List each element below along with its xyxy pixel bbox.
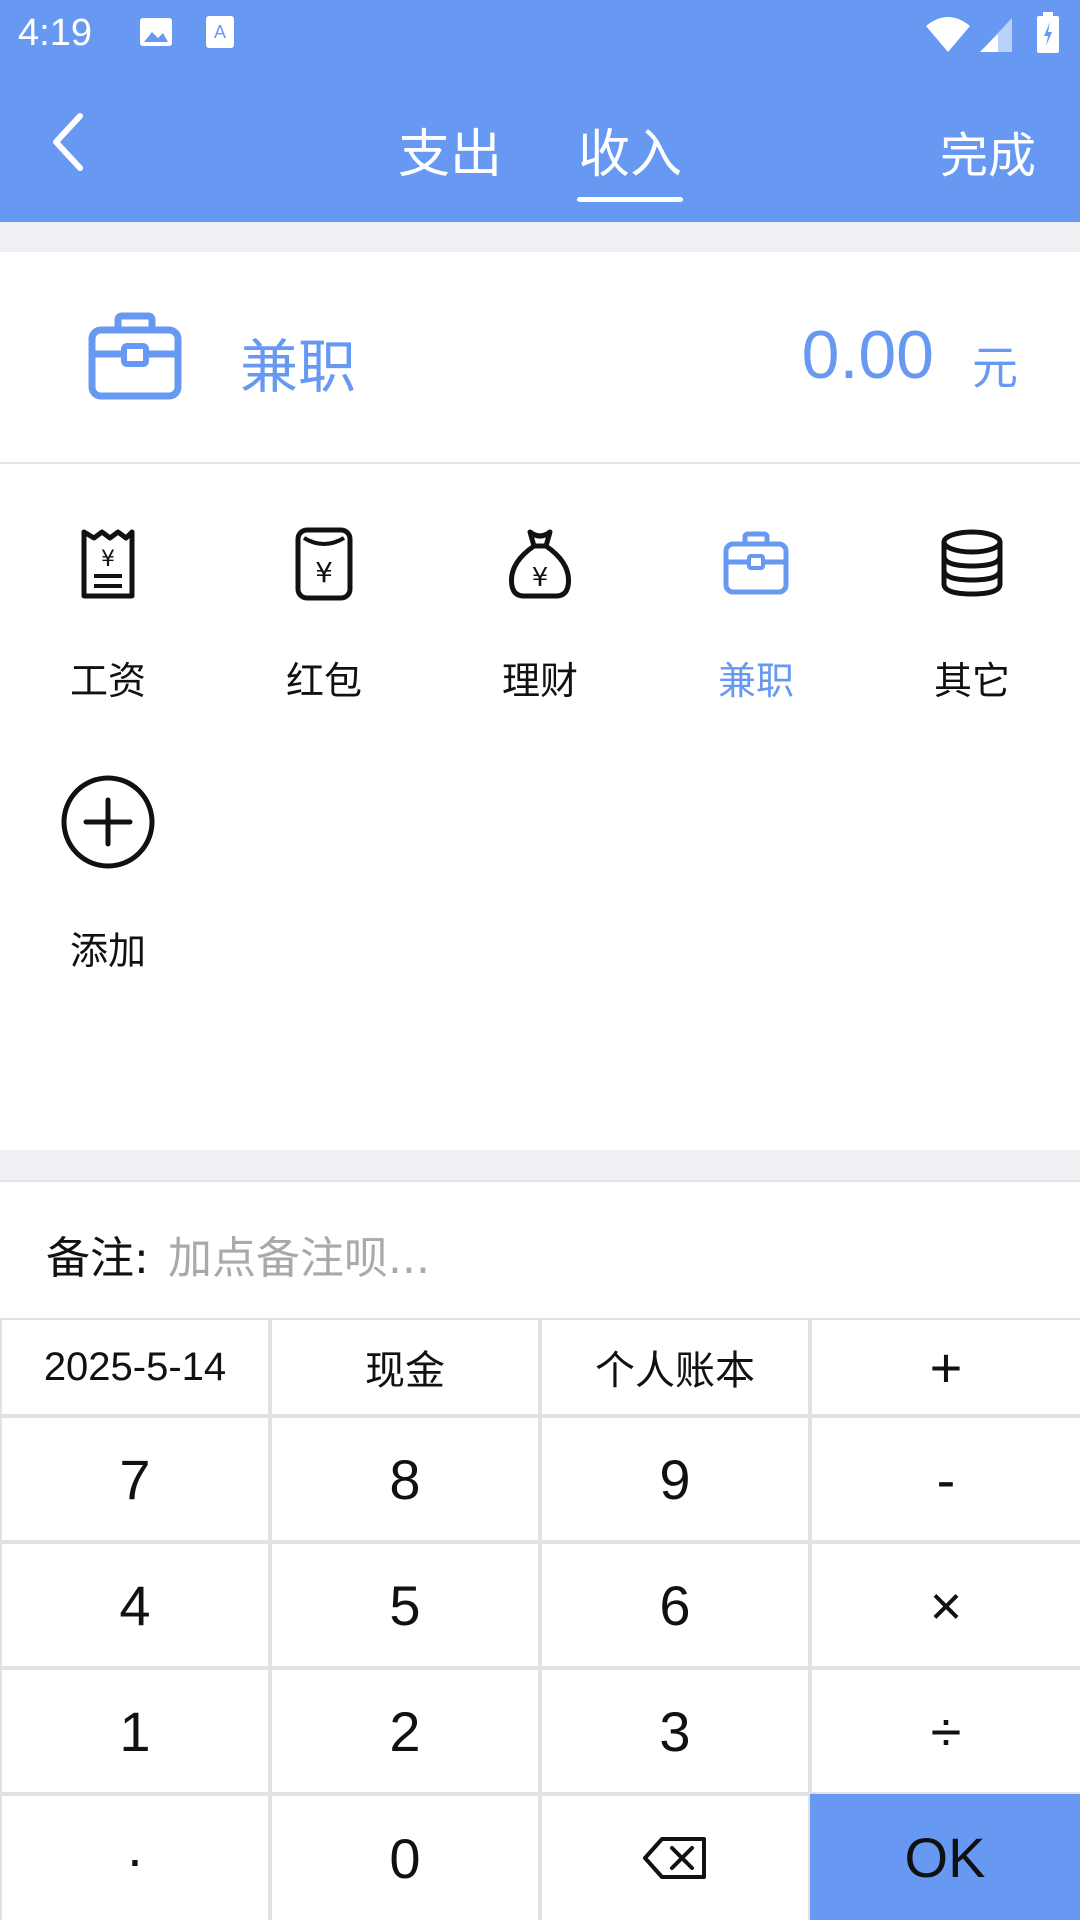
backspace-key[interactable] (542, 1796, 808, 1920)
briefcase-icon (716, 524, 796, 604)
backspace-icon (643, 1837, 706, 1879)
remark-input[interactable]: 加点备注呗... (168, 1222, 430, 1286)
category-item-other[interactable]: 其它 (864, 464, 1080, 703)
wifi-icon (924, 14, 972, 58)
remark-label: 备注: (46, 1233, 149, 1284)
keypad: 2025-5-14 现金 个人账本 + 7 8 9 - 4 5 6 × 1 2 … (0, 1318, 1080, 1920)
category-item-salary[interactable]: ¥ 工资 (0, 464, 216, 703)
date-picker-button[interactable]: 2025-5-14 (2, 1320, 268, 1414)
category-label: 其它 (933, 659, 1010, 703)
digit-9-key[interactable]: 9 (542, 1418, 808, 1540)
digit-1-key[interactable]: 1 (2, 1670, 268, 1792)
multiply-key[interactable]: × (812, 1544, 1080, 1666)
decimal-point-key[interactable]: · (2, 1796, 268, 1920)
category-item-red-envelope[interactable]: ¥ 红包 (216, 464, 432, 703)
digit-2-key[interactable]: 2 (272, 1670, 538, 1792)
svg-text:A: A (214, 22, 226, 42)
remark-row: 备注: 加点备注呗... (0, 1182, 1080, 1318)
coin-stack-icon (932, 524, 1012, 604)
amount-unit: 元 (972, 341, 1018, 395)
category-item-finance[interactable]: ¥ 理财 (432, 464, 648, 703)
category-label: 兼职 (717, 659, 794, 703)
digit-6-key[interactable]: 6 (542, 1544, 808, 1666)
divider (0, 222, 1080, 252)
category-label: 理财 (501, 659, 578, 703)
ok-button[interactable]: OK (810, 1794, 1080, 1920)
digit-7-key[interactable]: 7 (2, 1418, 268, 1540)
digit-8-key[interactable]: 8 (272, 1418, 538, 1540)
digit-0-key[interactable]: 0 (272, 1796, 538, 1920)
add-circle-icon (60, 774, 156, 870)
battery-icon (1036, 12, 1060, 58)
category-item-add[interactable]: 添加 (0, 664, 216, 973)
status-bar: 4:19 A (0, 0, 1080, 70)
category-grid: ¥ 工资 ¥ 红包 ¥ 理财 兼职 其它 添加 (0, 464, 1080, 1150)
minus-key[interactable]: - (812, 1418, 1080, 1540)
top-bar: 4:19 A 支出 收入 完成 (0, 0, 1080, 222)
active-tab-indicator (577, 197, 683, 202)
digit-3-key[interactable]: 3 (542, 1670, 808, 1792)
category-label: 添加 (69, 929, 146, 973)
text-recognition-icon: A (204, 14, 236, 54)
account-picker-button[interactable]: 现金 (272, 1320, 538, 1414)
selected-category-label: 兼职 (240, 333, 357, 401)
svg-text:¥: ¥ (101, 547, 115, 572)
gallery-icon (138, 14, 174, 54)
money-bag-icon: ¥ (500, 524, 580, 604)
red-envelope-icon: ¥ (284, 524, 364, 604)
tab-income[interactable]: 收入 (578, 112, 682, 187)
status-time: 4:19 (18, 12, 92, 54)
amount-value: 0.00 (801, 317, 934, 393)
done-button[interactable]: 完成 (940, 116, 1036, 186)
book-picker-button[interactable]: 个人账本 (542, 1320, 808, 1414)
back-button[interactable] (48, 112, 108, 182)
divider (0, 1150, 1080, 1182)
svg-text:¥: ¥ (532, 563, 549, 593)
amount-display: 兼职 0.00 元 (0, 252, 1080, 464)
tab-expense[interactable]: 支出 (398, 112, 502, 187)
category-label: 红包 (285, 659, 362, 703)
signal-icon (978, 16, 1014, 58)
svg-text:¥: ¥ (315, 556, 333, 589)
category-item-part-time[interactable]: 兼职 (648, 464, 864, 703)
plus-key[interactable]: + (812, 1320, 1080, 1414)
briefcase-icon (88, 312, 182, 400)
payslip-icon: ¥ (68, 524, 148, 604)
divide-key[interactable]: ÷ (812, 1670, 1080, 1792)
digit-4-key[interactable]: 4 (2, 1544, 268, 1666)
chevron-left-icon (53, 113, 83, 171)
digit-5-key[interactable]: 5 (272, 1544, 538, 1666)
